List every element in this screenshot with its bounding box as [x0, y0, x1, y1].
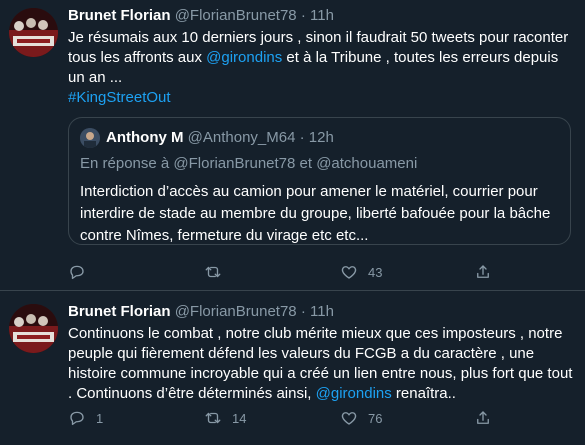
retweet-button[interactable] [204, 262, 232, 282]
reply-icon [70, 411, 84, 426]
author-name[interactable]: Brunet Florian [68, 303, 171, 320]
quoted-tweet[interactable]: Anthony M @Anthony_M64 · 12h En réponse … [68, 117, 571, 245]
author-handle[interactable]: @Anthony_M64 [188, 129, 296, 146]
retweet-count: 14 [232, 410, 247, 426]
retweet-button[interactable]: 14 [204, 408, 246, 428]
like-count: 76 [368, 410, 383, 426]
tweet[interactable]: Brunet Florian @FlorianBrunet78 · 11h Je… [0, 0, 585, 290]
author-name[interactable]: Anthony M [106, 129, 183, 146]
timestamp[interactable]: 11h [310, 7, 334, 24]
like-count: 43 [368, 264, 383, 280]
tweet[interactable]: Brunet Florian @FlorianBrunet78 · 11h Co… [0, 291, 585, 445]
reply-context: En réponse à @FlorianBrunet78 et @atchou… [80, 155, 418, 172]
retweet-icon [205, 412, 221, 424]
hashtag-link[interactable]: #KingStreetOut [68, 89, 171, 106]
mention-link[interactable]: @girondins [206, 49, 282, 66]
reply-button[interactable] [68, 262, 96, 282]
tweet-header: Brunet Florian @FlorianBrunet78 · 11h [68, 302, 573, 322]
like-icon [341, 412, 357, 425]
author-handle[interactable]: @FlorianBrunet78 [175, 7, 297, 24]
mention-link[interactable]: @girondins [316, 385, 392, 402]
avatar[interactable] [9, 304, 58, 353]
separator-dot: · [300, 7, 306, 24]
reply-icon [70, 265, 84, 280]
like-icon [341, 266, 357, 279]
share-icon [477, 265, 489, 278]
timestamp[interactable]: 11h [310, 303, 334, 320]
author-name[interactable]: Brunet Florian [68, 7, 171, 24]
share-icon [477, 411, 489, 424]
share-button[interactable] [474, 262, 492, 282]
separator-dot: · [299, 129, 305, 146]
separator-dot: · [300, 303, 306, 320]
author-handle[interactable]: @FlorianBrunet78 [175, 303, 297, 320]
share-button[interactable] [474, 408, 492, 428]
timestamp[interactable]: 12h [309, 129, 334, 146]
reply-button[interactable]: 1 [68, 408, 103, 428]
tweet-text: Continuons le combat , notre club mérite… [68, 324, 573, 404]
quoted-tweet-text: Interdiction d’accès au camion pour amen… [80, 183, 551, 244]
tweet-text-part: renaîtra.. [391, 385, 456, 402]
like-button[interactable]: 76 [340, 408, 382, 428]
avatar[interactable] [9, 8, 58, 57]
tweet-header: Brunet Florian @FlorianBrunet78 · 11h [68, 6, 573, 26]
like-button[interactable]: 43 [340, 262, 382, 282]
reply-count: 1 [96, 410, 104, 426]
tweet-text: Je résumais aux 10 derniers jours , sino… [68, 28, 573, 108]
avatar[interactable] [80, 128, 100, 148]
quoted-tweet-header: Anthony M @Anthony_M64 · 12h [106, 128, 334, 148]
retweet-icon [205, 266, 221, 278]
